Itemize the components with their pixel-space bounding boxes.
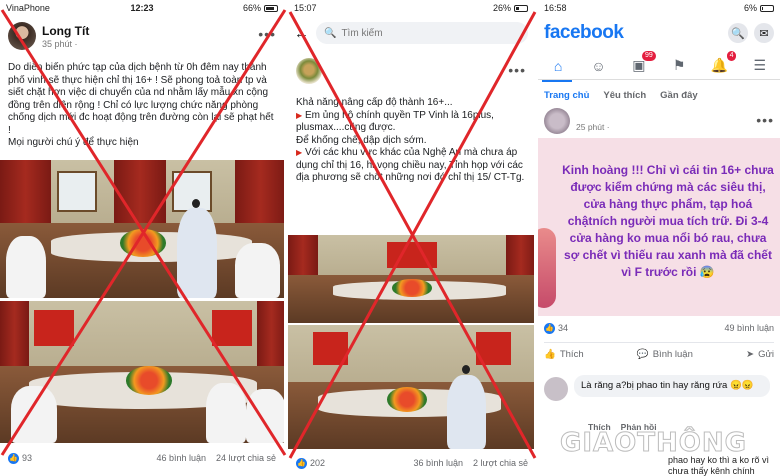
post-actions: 👍 Thích 💬 Bình luận ➤ Gửi (544, 342, 774, 366)
reaction-count[interactable]: 202 (310, 458, 325, 468)
post-body: Do diễn biến phức tạp của dịch bệnh từ 0… (8, 62, 276, 150)
send-button[interactable]: ➤ Gửi (746, 349, 774, 360)
meeting-photo[interactable] (0, 160, 284, 298)
triangle-icon: ▶ (296, 148, 303, 157)
battery-percent: 26% (492, 3, 511, 13)
comment-button[interactable]: 💬 Bình luận (637, 349, 693, 360)
post-body: Khả năng nâng cấp độ thành 16+... ▶ Em ủ… (296, 97, 528, 185)
post-stats: 👍 34 49 bình luận (544, 320, 774, 336)
more-icon[interactable]: ••• (756, 112, 774, 128)
facebook-logo[interactable]: facebook (544, 22, 624, 44)
more-icon[interactable]: ••• (508, 62, 526, 78)
more-icon[interactable]: ••• (258, 26, 276, 42)
like-icon: 👍 (296, 457, 307, 469)
home-icon[interactable]: ⌂ (546, 54, 570, 78)
avatar[interactable] (544, 108, 570, 134)
watch-badge: 99 (642, 50, 656, 61)
reply-text: phao hay ko thì a ko rõ vì chưa thấy kên… (668, 455, 770, 476)
clock: 15:07 (294, 3, 317, 13)
status-bar: 16:58 6% (538, 0, 780, 16)
post-line: Em ủng hộ chính quyền TP Vinh là 16plus,… (296, 109, 494, 134)
send-icon: ➤ (746, 349, 755, 360)
meeting-photo[interactable] (0, 301, 284, 443)
feed-tabs: Trang chủ Yêu thích Gần đây (544, 86, 774, 104)
battery-icon (514, 4, 528, 12)
tab-home[interactable]: Trang chủ (544, 90, 589, 101)
screenshot-panel-3: 16:58 6% facebook 🔍 ✉ ⌂ ☺ ▣ 99 ⚑ 🔔 4 ☰ Tra… (538, 0, 780, 476)
post-text: Do diễn biến phức tạp của dịch bệnh từ 0… (8, 62, 274, 136)
post-time: 25 phút · (576, 122, 610, 132)
post-stats: 👍 202 36 bình luận 2 lượt chia sẻ (296, 455, 528, 471)
post-header: ••• (296, 58, 526, 88)
post-header: Long Tít 35 phút · ••• (8, 22, 276, 54)
watch-icon[interactable]: ▣ 99 (627, 50, 656, 78)
comment-icon: 💬 (636, 349, 649, 360)
avatar[interactable] (296, 58, 322, 84)
search-icon: 🔍 (324, 27, 337, 39)
share-count[interactable]: 24 lượt chia sẻ (216, 453, 276, 463)
post-header: 25 phút · ••• (544, 108, 774, 136)
bell-icon[interactable]: 🔔 4 (707, 50, 737, 78)
card-text: Kinh hoàng !!! Chỉ vì cái tin 16+ chưa đ… (562, 163, 774, 279)
messenger-icon[interactable]: ✉ (754, 23, 774, 43)
screenshot-panel-2: 15:07 26% ← 🔍 Tìm kiếm ••• Khả năng nâng… (288, 0, 536, 476)
menu-icon[interactable]: ☰ (748, 54, 772, 78)
comment-count[interactable]: 46 bình luận (156, 453, 206, 463)
comment-text: Là răng a?bị phao tin hay răng rứa 😠😠 (574, 375, 770, 397)
triangle-icon: ▶ (296, 110, 303, 120)
groups-icon[interactable]: ☺ (586, 54, 610, 78)
reaction-count[interactable]: 93 (22, 453, 32, 463)
share-count[interactable]: 2 lượt chia sẻ (473, 458, 528, 468)
post-line: Để khống chế, dập dịch sớm. (296, 134, 427, 146)
status-bar: VinaPhone 12:23 66% (0, 0, 284, 16)
status-bar: 15:07 26% (288, 0, 534, 16)
status-card[interactable]: Kinh hoàng !!! Chỉ vì cái tin 16+ chưa đ… (538, 138, 780, 316)
like-icon: 👍 (544, 349, 556, 360)
post-line: Với các khu vực khác của Nghệ An mà chưa… (296, 147, 525, 183)
watermark: GIAOTHÔNG (560, 428, 747, 459)
tab-recent[interactable]: Gần đây (660, 90, 698, 101)
flag-icon[interactable]: ⚑ (667, 54, 691, 78)
search-input[interactable]: 🔍 Tìm kiếm (316, 22, 528, 44)
author-name[interactable]: Long Tít (42, 24, 89, 38)
comment: Là răng a?bị phao tin hay răng rứa 😠😠 (544, 375, 770, 423)
comment-count[interactable]: 36 bình luận (414, 458, 464, 468)
screenshot-panel-1: VinaPhone 12:23 66% Long Tít 35 phút · •… (0, 0, 286, 476)
battery-icon (264, 4, 278, 12)
like-icon: 👍 (8, 452, 19, 464)
avatar[interactable] (8, 22, 36, 50)
post-stats: 👍 93 46 bình luận 24 lượt chia sẻ (8, 450, 276, 466)
avatar[interactable] (544, 377, 568, 401)
clock: 12:23 (130, 3, 154, 13)
search-icon[interactable]: 🔍 (728, 23, 748, 43)
like-icon: 👍 (544, 322, 555, 334)
tab-favorites[interactable]: Yêu thích (603, 90, 646, 101)
active-tab-indicator (542, 80, 572, 82)
clock: 16:58 (544, 3, 567, 13)
post-line: Khả năng nâng cấp độ thành 16+... (296, 97, 453, 108)
battery-icon (760, 4, 774, 12)
back-arrow-icon[interactable]: ← (294, 25, 316, 42)
like-button[interactable]: 👍 Thích (544, 349, 584, 360)
post-time: 35 phút · (42, 39, 78, 49)
comment-count[interactable]: 49 bình luận (724, 323, 774, 333)
reaction-count[interactable]: 34 (558, 323, 568, 333)
nav-bar: ⌂ ☺ ▣ 99 ⚑ 🔔 4 ☰ (538, 50, 780, 80)
meeting-photo[interactable] (288, 325, 534, 449)
meeting-photo[interactable] (288, 235, 534, 323)
notification-badge: 4 (726, 50, 737, 61)
battery-percent: 6% (743, 3, 757, 13)
post-text-note: Mọi người chú ý để thực hiện (8, 137, 139, 148)
app-header: facebook 🔍 ✉ (544, 20, 774, 46)
search-placeholder: Tìm kiếm (341, 27, 383, 39)
search-bar: ← 🔍 Tìm kiếm (294, 22, 528, 44)
